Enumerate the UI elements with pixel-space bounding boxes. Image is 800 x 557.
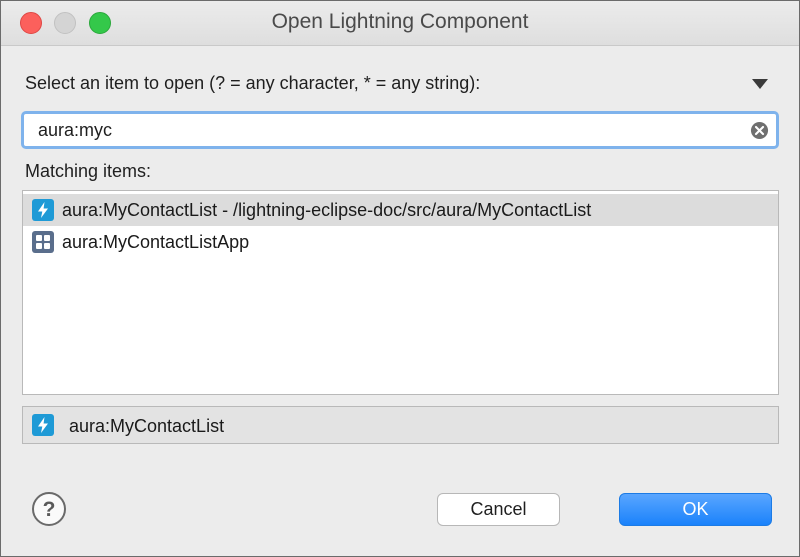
list-item[interactable]: aura:MyContactListApp <box>23 226 778 258</box>
list-item[interactable]: aura:MyContactList - /lightning-eclipse-… <box>23 194 778 226</box>
app-grid-icon <box>32 231 54 253</box>
clear-search-icon[interactable] <box>750 121 769 140</box>
svg-text:?: ? <box>43 498 56 521</box>
view-menu-icon[interactable] <box>752 79 768 89</box>
title-bar: Open Lightning Component <box>1 1 799 46</box>
search-field[interactable] <box>21 111 779 149</box>
matching-items-list[interactable]: aura:MyContactList - /lightning-eclipse-… <box>22 190 779 395</box>
lightning-bolt-icon <box>32 414 54 436</box>
ok-button[interactable]: OK <box>619 493 772 526</box>
prompt-label: Select an item to open (? = any characte… <box>25 73 481 93</box>
lightning-bolt-icon <box>32 199 54 221</box>
search-input[interactable] <box>38 118 738 142</box>
help-icon[interactable]: ? <box>31 491 67 527</box>
dialog-window: Open Lightning Component Select an item … <box>0 0 800 557</box>
window-title: Open Lightning Component <box>271 10 529 33</box>
selected-item-detail: aura:MyContactList <box>22 406 779 444</box>
cancel-button[interactable]: Cancel <box>437 493 560 526</box>
matching-items-label: Matching items: <box>25 161 152 181</box>
detail-label: aura:MyContactList <box>69 416 225 436</box>
list-item-label: aura:MyContactListApp <box>62 232 250 252</box>
list-item-label: aura:MyContactList - /lightning-eclipse-… <box>62 200 592 220</box>
